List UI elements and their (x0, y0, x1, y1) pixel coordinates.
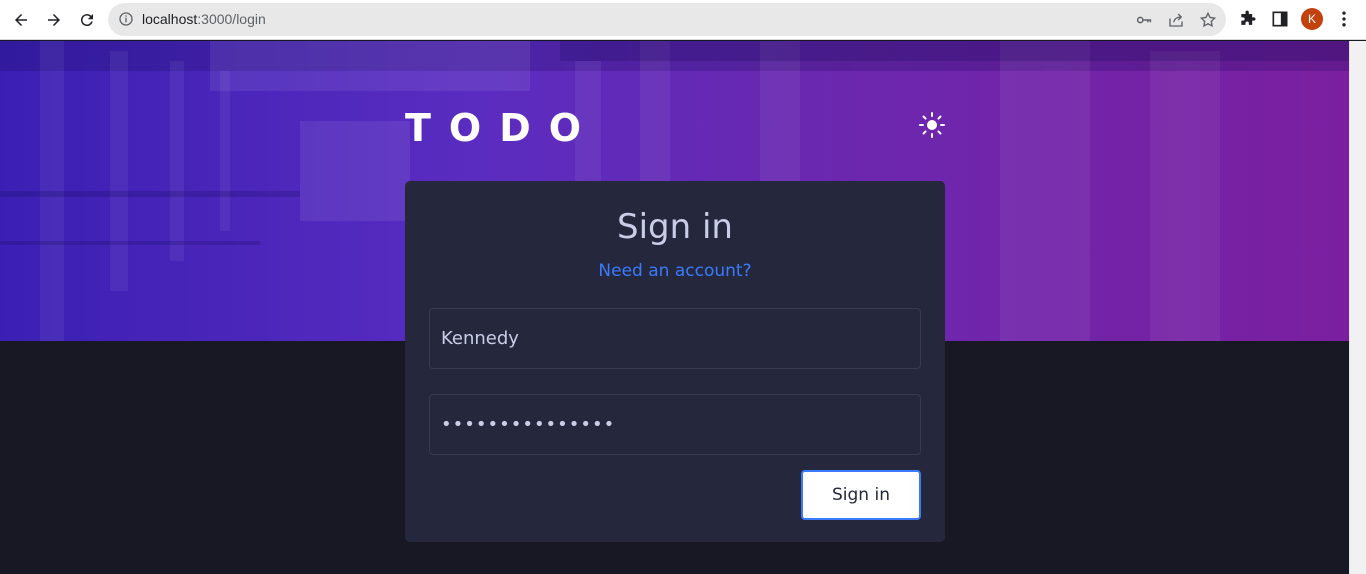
address-bar[interactable]: localhost:3000/login (108, 3, 1226, 36)
star-icon[interactable] (1199, 11, 1217, 29)
puzzle-icon[interactable] (1238, 9, 1258, 29)
sun-icon[interactable] (918, 111, 946, 139)
arrow-right-icon (48, 14, 60, 26)
forward-button[interactable] (40, 6, 68, 34)
app-logo: TODO (405, 106, 600, 150)
kebab-menu-icon[interactable] (1334, 9, 1354, 29)
username-field[interactable] (429, 308, 921, 369)
avatar[interactable]: K (1301, 8, 1323, 30)
info-icon[interactable] (118, 11, 134, 27)
scrollbar[interactable] (1349, 41, 1366, 574)
signin-card: Sign in Need an account? Sign in (405, 181, 945, 542)
reload-button[interactable] (73, 6, 101, 34)
avatar-initial: K (1307, 12, 1316, 26)
signin-button[interactable]: Sign in (801, 470, 921, 520)
side-panel-icon[interactable] (1270, 9, 1290, 29)
back-button[interactable] (7, 6, 35, 34)
arrow-left-icon (15, 14, 27, 26)
need-account-link[interactable]: Need an account? (405, 261, 945, 281)
page-title: Sign in (617, 207, 733, 247)
url-text[interactable]: localhost:3000/login (142, 11, 266, 27)
browser-toolbar: localhost:3000/login K (0, 0, 1366, 40)
reload-icon (80, 14, 93, 27)
key-icon[interactable] (1135, 11, 1153, 29)
password-field[interactable] (429, 394, 921, 455)
share-icon[interactable] (1167, 11, 1185, 29)
